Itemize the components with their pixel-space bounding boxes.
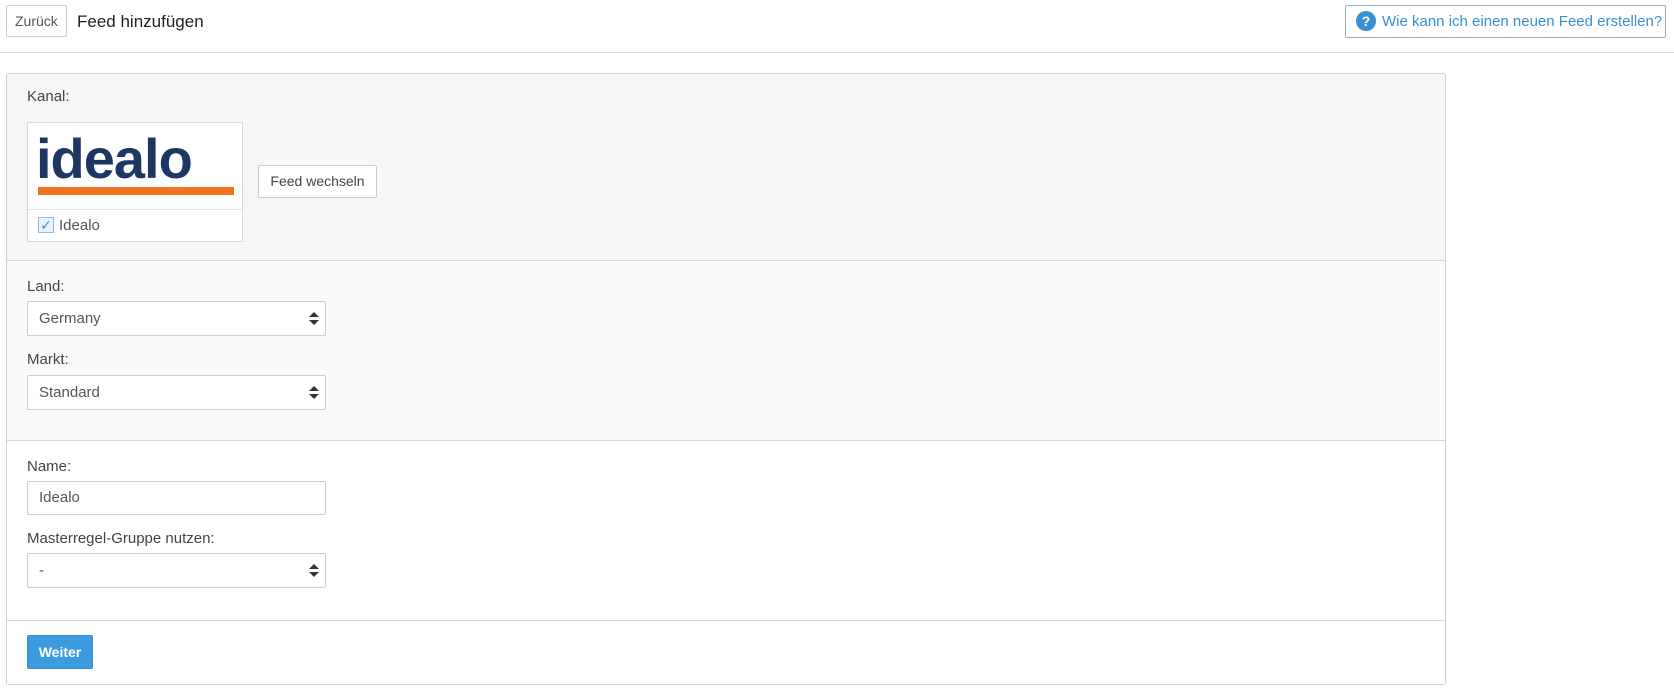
logo-wordmark: idealo [36, 127, 193, 190]
master-rule-select[interactable]: - [27, 553, 326, 588]
country-select-value: Germany [39, 310, 101, 327]
channel-card[interactable]: idealo ✓ Idealo [27, 122, 243, 242]
page-title: Feed hinzufügen [77, 12, 204, 31]
logo-underline [38, 187, 234, 195]
top-bar: Zurück Feed hinzufügen ? Wie kann ich ein… [0, 0, 1674, 53]
country-label: Land: [27, 278, 65, 295]
name-section: Name: Idealo Masterregel-Gruppe nutzen: … [7, 441, 1445, 621]
help-button[interactable]: ? Wie kann ich einen neuen Feed erstellen… [1345, 5, 1666, 38]
channel-checkbox[interactable]: ✓ [38, 217, 54, 233]
country-market-section: Land: Germany Markt: Standard [7, 261, 1445, 441]
actions-section: Weiter [7, 621, 1445, 684]
master-rule-label: Masterregel-Gruppe nutzen: [27, 530, 215, 547]
feed-form-panel: Kanal: idealo ✓ Idealo Feed wechseln Lan… [6, 73, 1446, 685]
question-circle-icon: ? [1356, 10, 1376, 31]
name-label: Name: [27, 458, 72, 475]
select-arrows-icon [309, 312, 319, 326]
switch-feed-button[interactable]: Feed wechseln [258, 165, 377, 198]
select-arrows-icon [309, 564, 319, 578]
market-select[interactable]: Standard [27, 375, 326, 410]
channel-label: Kanal: [27, 88, 70, 105]
market-select-value: Standard [39, 384, 100, 401]
help-button-label: Wie kann ich einen neuen Feed erstellen? [1382, 13, 1663, 30]
country-select[interactable]: Germany [27, 301, 326, 336]
select-arrows-icon [309, 386, 319, 400]
market-label: Markt: [27, 351, 69, 368]
channel-card-label: Idealo [59, 217, 100, 234]
idealo-logo: idealo [28, 123, 242, 210]
back-button[interactable]: Zurück [6, 5, 67, 37]
channel-section: Kanal: idealo ✓ Idealo Feed wechseln [7, 74, 1445, 261]
next-button[interactable]: Weiter [27, 635, 93, 669]
master-rule-select-value: - [39, 562, 44, 579]
name-input[interactable]: Idealo [27, 481, 326, 515]
